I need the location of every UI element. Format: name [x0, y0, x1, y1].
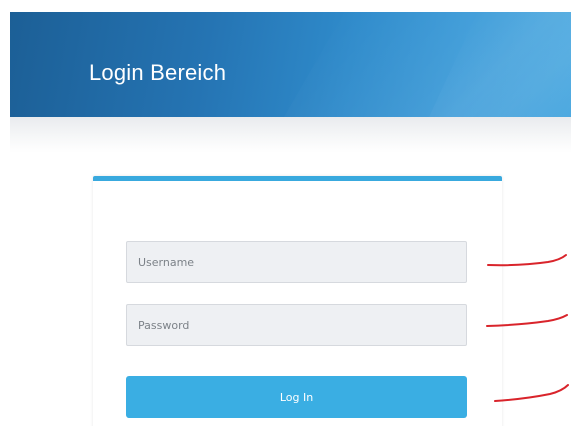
- password-field[interactable]: [126, 304, 467, 346]
- login-page: Login Bereich Log In: [0, 0, 571, 426]
- header-shadow: [10, 117, 571, 153]
- login-card: Log In: [93, 176, 502, 426]
- annotation-mark-login: [494, 384, 569, 402]
- username-field[interactable]: [126, 241, 467, 283]
- page-header: Login Bereich: [10, 12, 571, 117]
- login-button[interactable]: Log In: [126, 376, 467, 418]
- page-title: Login Bereich: [89, 60, 227, 85]
